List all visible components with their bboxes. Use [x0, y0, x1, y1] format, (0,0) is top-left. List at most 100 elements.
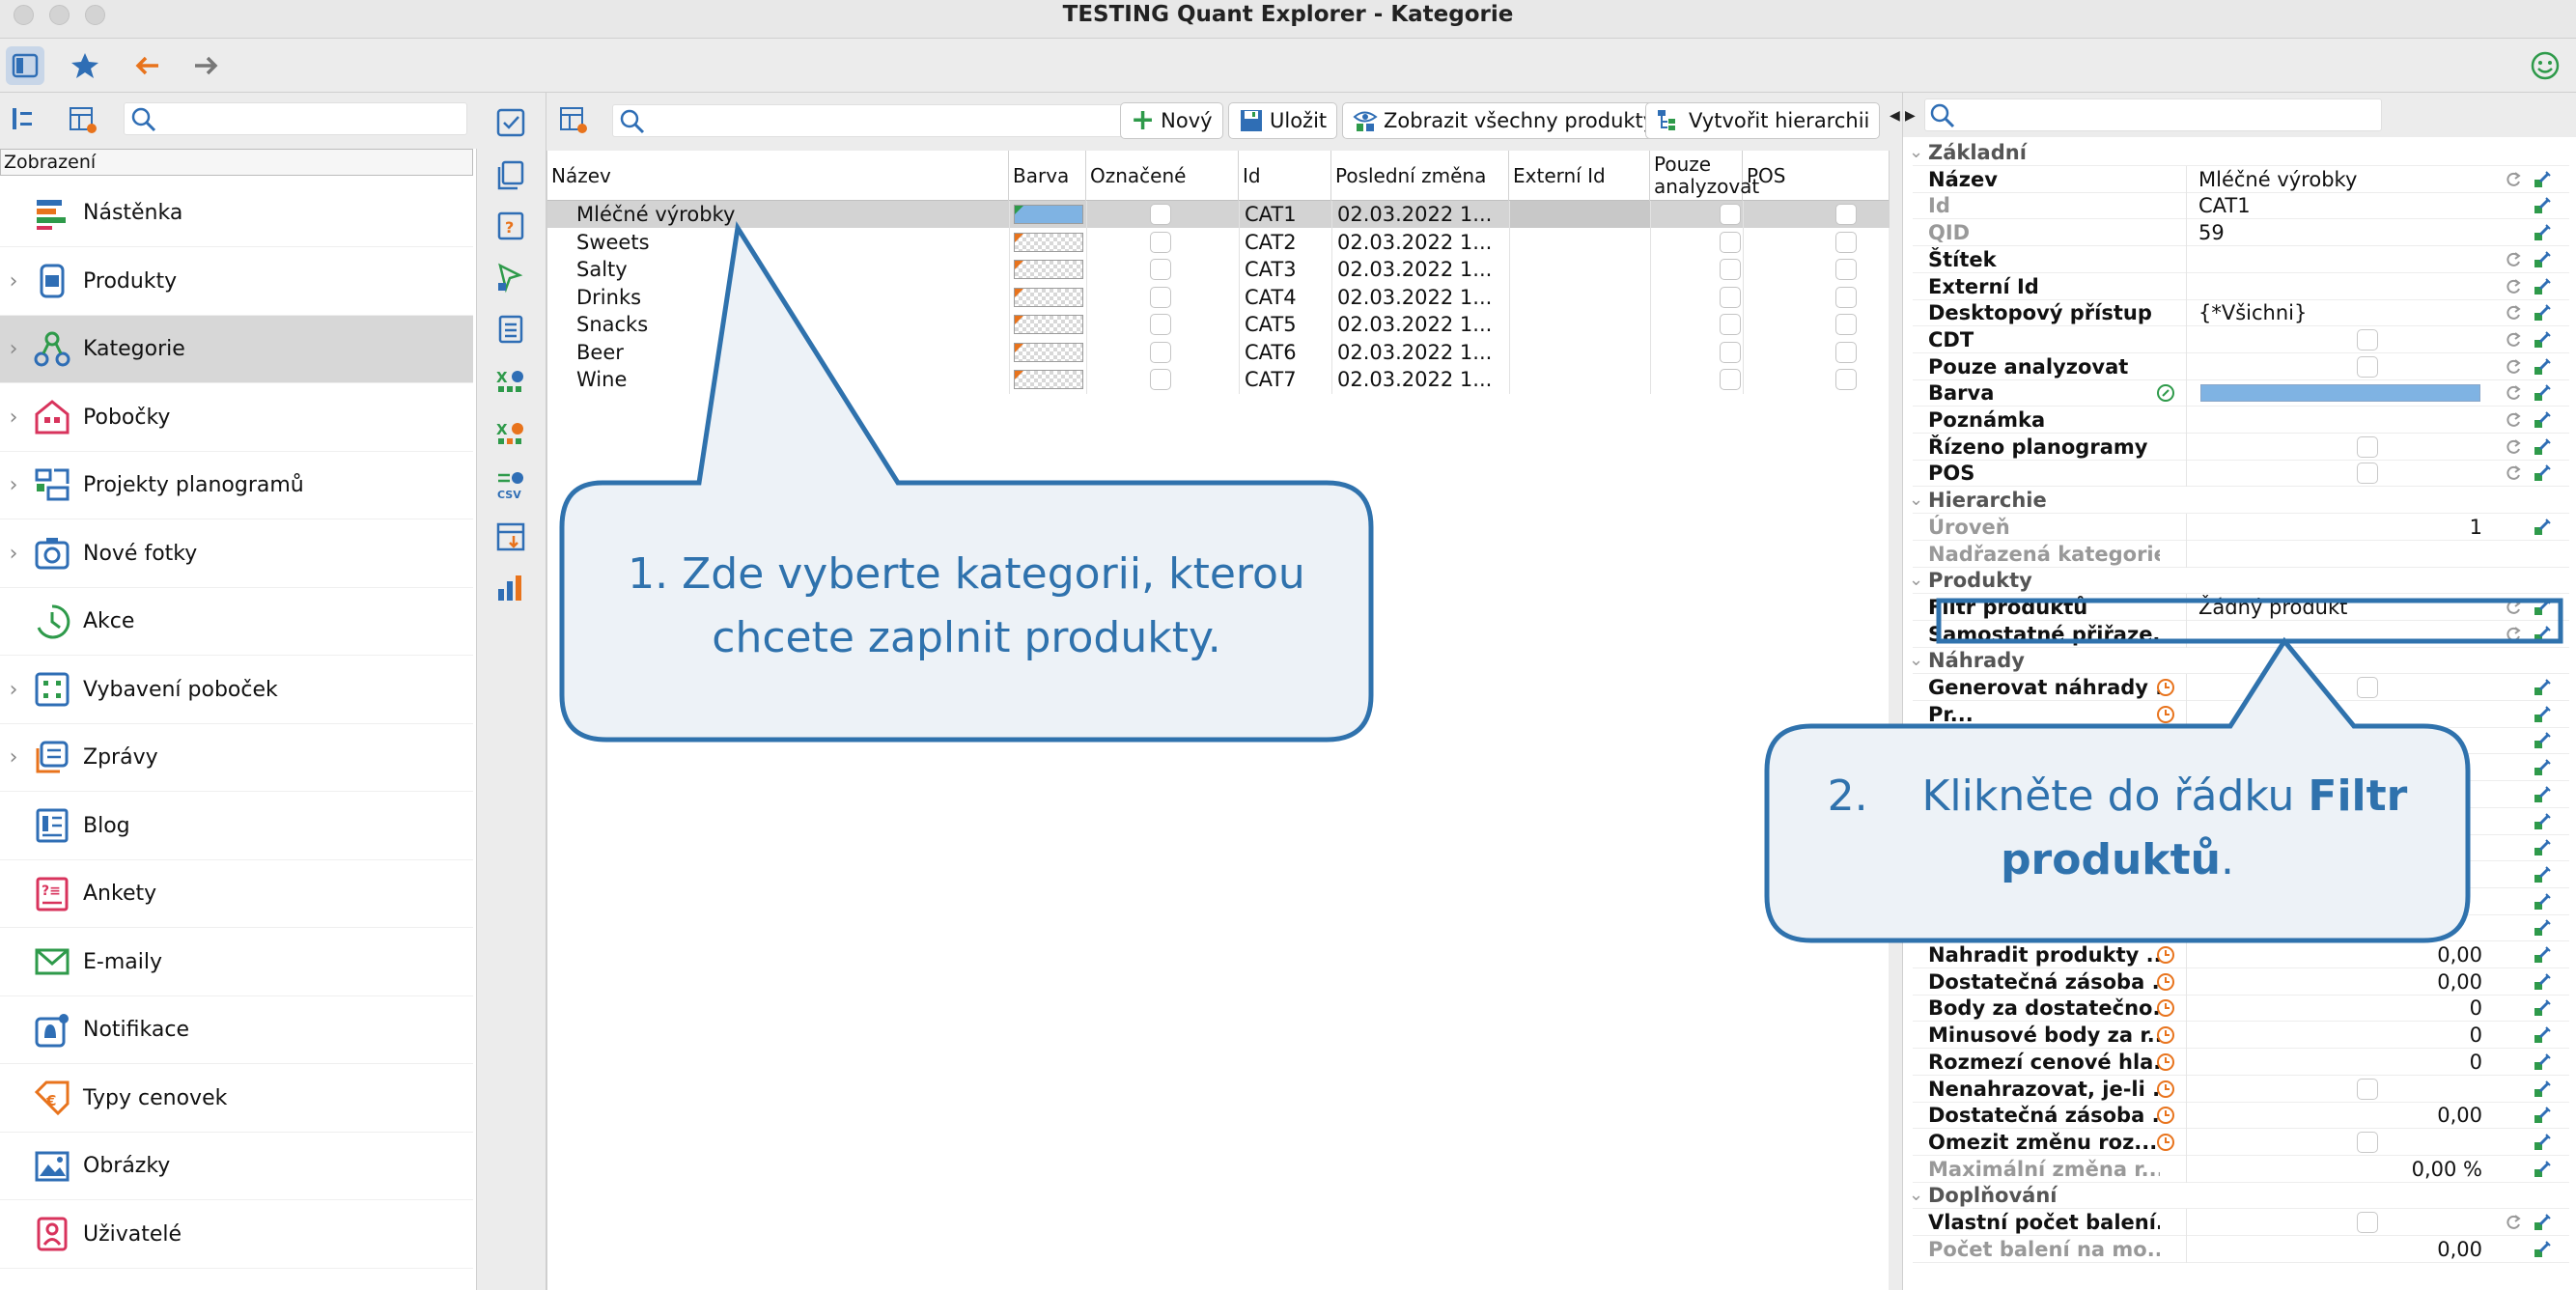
- pos-checkbox[interactable]: [1835, 204, 1857, 225]
- property-value[interactable]: 0,00 %: [2198, 1156, 2482, 1183]
- edit-icon[interactable]: [2533, 250, 2552, 269]
- color-swatch[interactable]: [1014, 232, 1083, 252]
- table-row[interactable]: Mléčné výrobky CAT1 02.03.2022 1...: [547, 201, 1890, 228]
- sort-table-icon[interactable]: [492, 519, 529, 555]
- property-row[interactable]: Omezit změnu roz...: [1913, 1128, 2569, 1156]
- inherit-clock-icon[interactable]: [2156, 918, 2175, 938]
- property-row[interactable]: Název Mléčné výrobky: [1913, 165, 2569, 193]
- sidebar-toggle-icon[interactable]: [6, 46, 44, 85]
- color-swatch[interactable]: [1014, 287, 1083, 307]
- property-value[interactable]: 1: [2198, 514, 2482, 541]
- sidebar-item-vybaven-pobo-ek[interactable]: › Vybavení poboček: [0, 657, 473, 724]
- favorites-star-icon[interactable]: [66, 46, 104, 85]
- reset-icon[interactable]: [2504, 625, 2523, 644]
- inherit-clock-icon[interactable]: [2156, 678, 2175, 697]
- property-section-n-hrady[interactable]: ⌄ Náhrady: [1909, 647, 2569, 675]
- reset-icon[interactable]: [2504, 170, 2523, 189]
- analyze-only-checkbox[interactable]: [1720, 204, 1741, 225]
- edit-icon[interactable]: [2533, 196, 2552, 215]
- color-swatch[interactable]: [1014, 370, 1083, 389]
- property-row[interactable]: Maximální změna r... 0,00 %: [1913, 1155, 2569, 1183]
- show-all-products-button[interactable]: Zobrazit všechny produkty: [1342, 102, 1666, 139]
- table-row[interactable]: Wine CAT7 02.03.2022 1...: [547, 366, 1890, 393]
- pos-checkbox[interactable]: [1835, 369, 1857, 390]
- pos-checkbox[interactable]: [1835, 341, 1857, 363]
- pos-checkbox[interactable]: [1835, 259, 1857, 280]
- marked-checkbox[interactable]: [1150, 231, 1171, 253]
- table-row[interactable]: Salty CAT3 02.03.2022 1...: [547, 256, 1890, 283]
- property-checkbox[interactable]: [2357, 328, 2378, 351]
- inherit-clock-icon[interactable]: [2156, 1133, 2175, 1152]
- edit-icon[interactable]: [2533, 838, 2552, 857]
- reset-icon[interactable]: [2504, 303, 2523, 322]
- pos-checkbox[interactable]: [1835, 286, 1857, 308]
- column-header-4[interactable]: Poslední změna: [1331, 151, 1509, 201]
- property-row[interactable]: Počet balení na mo... 0,00: [1913, 1235, 2569, 1263]
- analyze-only-checkbox[interactable]: [1720, 369, 1741, 390]
- chevron-right-icon[interactable]: ›: [0, 678, 27, 702]
- color-bar[interactable]: [2200, 384, 2480, 403]
- chevron-right-icon[interactable]: ›: [0, 745, 27, 770]
- sidebar-item-u-ivatel-[interactable]: Uživatelé: [0, 1201, 473, 1269]
- table-settings-icon[interactable]: [68, 104, 98, 139]
- color-picker-icon[interactable]: [2156, 383, 2175, 403]
- property-row[interactable]: Řízeno planogramy: [1913, 433, 2569, 461]
- property-row[interactable]: CDT: [1913, 325, 2569, 353]
- property-value[interactable]: 0,00: [2198, 968, 2482, 996]
- edit-icon[interactable]: [2533, 598, 2552, 617]
- property-section-produkty[interactable]: ⌄ Produkty: [1909, 567, 2569, 595]
- property-row[interactable]: Filtr produktů Žádný produkt: [1913, 593, 2569, 621]
- checklist-icon[interactable]: [492, 104, 529, 141]
- table-row[interactable]: Sweets CAT2 02.03.2022 1...: [547, 229, 1890, 256]
- property-row[interactable]: Vlastní počet balení...: [1913, 1209, 2569, 1236]
- property-value[interactable]: 0: [2198, 1022, 2482, 1049]
- back-arrow-icon[interactable]: [127, 46, 166, 85]
- edit-icon[interactable]: [2533, 518, 2552, 537]
- edit-icon[interactable]: [2533, 892, 2552, 911]
- chevron-down-icon[interactable]: ⌄: [1909, 567, 1923, 594]
- property-row[interactable]: Body za dostatečno... 0: [1913, 995, 2569, 1023]
- marked-checkbox[interactable]: [1150, 259, 1171, 280]
- sidebar-item-n-st-nka[interactable]: Nástěnka: [0, 180, 473, 247]
- table-row[interactable]: Snacks CAT5 02.03.2022 1...: [547, 311, 1890, 338]
- sidebar-item-zpr-vy[interactable]: › Zprávy: [0, 724, 473, 792]
- edit-icon[interactable]: [2533, 812, 2552, 831]
- sidebar-item-projekty-planogram-[interactable]: › Projekty planogramů: [0, 452, 473, 519]
- edit-icon[interactable]: [2533, 330, 2552, 350]
- edit-icon[interactable]: [2533, 758, 2552, 777]
- inherit-clock-icon[interactable]: [2156, 705, 2175, 724]
- property-search-input[interactable]: [1924, 98, 2382, 131]
- reset-icon[interactable]: [2504, 598, 2523, 617]
- pos-checkbox[interactable]: [1835, 314, 1857, 335]
- save-button[interactable]: Uložit: [1228, 102, 1338, 139]
- help-document-icon[interactable]: ?: [492, 208, 529, 244]
- sidebar-item-blog[interactable]: Blog: [0, 793, 473, 860]
- edit-icon[interactable]: [2533, 1052, 2552, 1072]
- analyze-only-checkbox[interactable]: [1720, 259, 1741, 280]
- inherit-clock-icon[interactable]: [2156, 972, 2175, 992]
- property-value[interactable]: 0: [2198, 1049, 2482, 1076]
- chevron-down-icon[interactable]: ⌄: [1909, 487, 1923, 514]
- forward-arrow-icon[interactable]: [187, 46, 226, 85]
- table-config-icon[interactable]: [558, 104, 589, 139]
- property-row[interactable]: Nenahrazovat, je-li ...: [1913, 1075, 2569, 1103]
- property-row[interactable]: Minusové body za r... 0: [1913, 1022, 2569, 1050]
- chevron-right-icon[interactable]: ›: [0, 473, 27, 497]
- property-value[interactable]: 0: [2198, 995, 2482, 1022]
- edit-icon[interactable]: [2533, 303, 2552, 322]
- edit-icon[interactable]: [2533, 998, 2552, 1018]
- property-section-z-kladn-[interactable]: ⌄ Základní: [1909, 139, 2569, 166]
- edit-icon[interactable]: [2533, 678, 2552, 697]
- inherit-clock-icon[interactable]: [2156, 1052, 2175, 1072]
- column-header-6[interactable]: Pouze analyzovat: [1650, 151, 1759, 201]
- copy-icon[interactable]: [492, 156, 529, 193]
- list-document-icon[interactable]: [492, 311, 529, 348]
- reset-icon[interactable]: [2504, 437, 2523, 457]
- edit-icon[interactable]: [2533, 357, 2552, 377]
- edit-icon[interactable]: [2533, 1080, 2552, 1099]
- analyze-only-checkbox[interactable]: [1720, 286, 1741, 308]
- column-header-5[interactable]: Externí Id: [1509, 151, 1650, 201]
- edit-icon[interactable]: [2533, 1160, 2552, 1179]
- reset-icon[interactable]: [2504, 410, 2523, 430]
- edit-icon[interactable]: [2533, 383, 2552, 403]
